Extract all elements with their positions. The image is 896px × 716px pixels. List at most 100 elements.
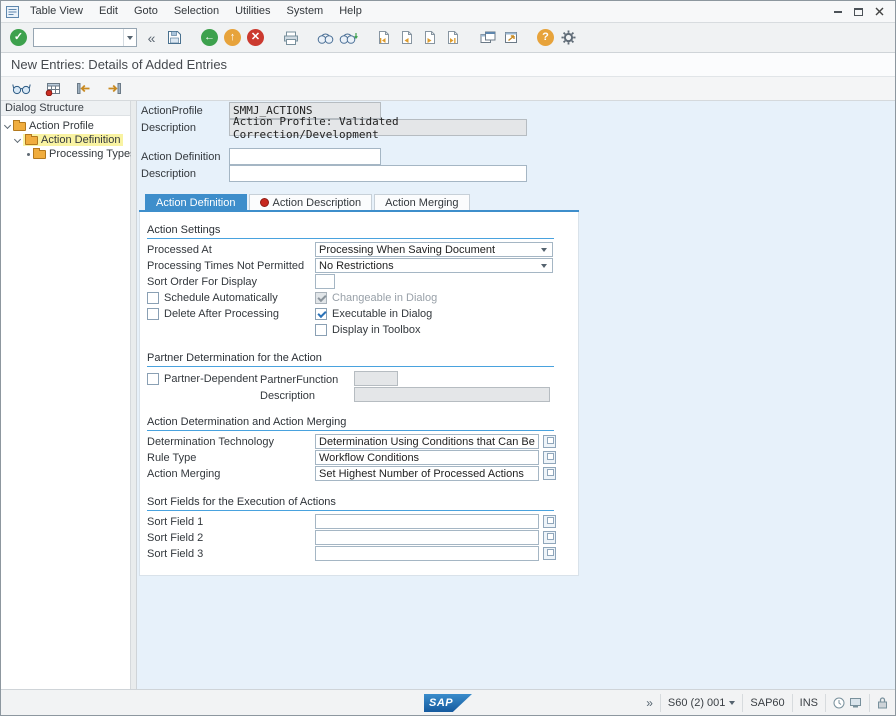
value-help-icon[interactable] [543, 531, 556, 544]
executable-in-dialog-checkbox[interactable]: Executable in Dialog [315, 307, 432, 321]
menu-table-view[interactable]: Table View [22, 1, 91, 22]
tree-item-label: Action Profile [29, 120, 94, 132]
collapse-icon[interactable] [4, 121, 11, 128]
value-help-icon[interactable] [543, 547, 556, 560]
exit-button[interactable]: ↑ [221, 26, 244, 50]
folder-icon [25, 136, 38, 145]
menu-system[interactable]: System [279, 1, 332, 22]
action-definition-input[interactable] [229, 148, 381, 165]
folder-icon [33, 150, 46, 159]
rule-type-field[interactable]: Workflow Conditions [315, 450, 539, 465]
tree-item-action-definition[interactable]: Action Definition [1, 133, 130, 147]
value-help-icon[interactable] [543, 435, 556, 448]
security-status[interactable] [869, 694, 895, 712]
command-field[interactable] [33, 28, 137, 47]
section-title-sort-fields: Sort Fields for the Execution of Actions [147, 496, 554, 511]
collapse-toolbar-icon: « [148, 31, 156, 45]
next-entry-button[interactable] [103, 77, 126, 101]
print-button[interactable] [279, 26, 302, 50]
first-page-icon [377, 31, 390, 44]
delete-entry-button[interactable] [41, 77, 64, 101]
menu-edit[interactable]: Edit [91, 1, 126, 22]
display-in-toolbox-checkbox[interactable]: Display in Toolbox [315, 323, 420, 337]
partner-dependent-checkbox[interactable]: Partner-Dependent [147, 372, 258, 386]
close-button[interactable] [869, 3, 890, 20]
system-session-selector[interactable]: S60 (2) 001 [660, 694, 742, 712]
value-help-icon[interactable] [543, 515, 556, 528]
window-menu-icon[interactable] [6, 6, 19, 18]
checkbox-icon [147, 292, 159, 304]
partner-function-field [354, 371, 398, 386]
sort-order-input[interactable] [315, 274, 335, 289]
previous-entry-button[interactable] [72, 77, 95, 101]
tree-item-action-profile[interactable]: Action Profile [1, 119, 130, 133]
minimize-button[interactable] [827, 3, 848, 20]
enter-button[interactable]: ✓ [7, 26, 30, 50]
menu-bar: Table View Edit Goto Selection Utilities… [1, 1, 895, 23]
bullet-icon [27, 153, 30, 156]
action-merging-field[interactable]: Set Highest Number of Processed Actions [315, 466, 539, 481]
definition-description-input[interactable] [229, 165, 527, 182]
find-button[interactable] [314, 26, 337, 50]
value-help-icon[interactable] [543, 467, 556, 480]
tab-action-merging[interactable]: Action Merging [374, 194, 469, 210]
find-next-button[interactable] [337, 26, 360, 50]
command-dropdown-icon[interactable] [123, 29, 136, 46]
sap-logo-text: SAP [429, 697, 453, 709]
tree-item-processing-types[interactable]: Processing Types [1, 147, 130, 161]
tree-item-label: Processing Types [49, 148, 136, 160]
tab-action-description[interactable]: Action Description [249, 194, 373, 210]
performance-indicators[interactable] [825, 694, 869, 712]
processed-at-label: Processed At [147, 243, 212, 257]
gear-icon [561, 30, 576, 45]
partner-description-label: Description [260, 389, 315, 403]
delete-after-processing-checkbox[interactable]: Delete After Processing [147, 307, 279, 321]
save-button[interactable] [163, 26, 186, 50]
sort-field-2-label: Sort Field 2 [147, 531, 203, 545]
checkbox-label: Display in Toolbox [332, 324, 420, 336]
customize-layout-button[interactable] [557, 26, 580, 50]
help-button[interactable]: ? [534, 26, 557, 50]
processing-times-label: Processing Times Not Permitted [147, 259, 304, 273]
first-page-button[interactable] [372, 26, 395, 50]
maximize-icon [854, 8, 863, 16]
schedule-automatically-checkbox[interactable]: Schedule Automatically [147, 291, 278, 305]
sort-field-3-label: Sort Field 3 [147, 547, 203, 561]
value-help-icon[interactable] [543, 451, 556, 464]
menu-utilities[interactable]: Utilities [227, 1, 278, 22]
help-icon: ? [537, 29, 554, 46]
section-title-partner-determination: Partner Determination for the Action [147, 352, 554, 367]
checkbox-label: Changeable in Dialog [332, 292, 437, 304]
cancel-button[interactable]: ✕ [244, 26, 267, 50]
previous-page-button[interactable] [395, 26, 418, 50]
menu-help[interactable]: Help [331, 1, 370, 22]
chevron-down-icon [729, 701, 735, 705]
sap-logo: SAP [424, 694, 472, 712]
display-button[interactable] [10, 77, 33, 101]
checkbox-label: Partner-Dependent [164, 373, 258, 385]
page-title: New Entries: Details of Added Entries [11, 57, 227, 72]
processed-at-select[interactable]: Processing When Saving Document [315, 242, 553, 257]
back-button[interactable]: ← [198, 26, 221, 50]
changeable-in-dialog-checkbox: Changeable in Dialog [315, 291, 437, 305]
create-shortcut-button[interactable] [499, 26, 522, 50]
status-expand-button[interactable]: » [639, 694, 660, 712]
hide-command-button[interactable]: « [140, 26, 163, 50]
sort-field-2-input[interactable] [315, 530, 539, 545]
determination-technology-field[interactable]: Determination Using Conditions that Can … [315, 434, 539, 449]
sort-field-1-input[interactable] [315, 514, 539, 529]
last-page-button[interactable] [441, 26, 464, 50]
menu-selection[interactable]: Selection [166, 1, 227, 22]
collapse-icon[interactable] [14, 135, 21, 142]
enter-icon: ✓ [10, 29, 27, 46]
next-page-button[interactable] [418, 26, 441, 50]
sort-field-3-input[interactable] [315, 546, 539, 561]
processing-times-select[interactable]: No Restrictions [315, 258, 553, 273]
command-input[interactable] [34, 30, 123, 45]
selected-value: No Restrictions [319, 260, 394, 272]
new-session-button[interactable] [476, 26, 499, 50]
tab-action-definition[interactable]: Action Definition [145, 194, 247, 210]
maximize-button[interactable] [848, 3, 869, 20]
menu-goto[interactable]: Goto [126, 1, 166, 22]
insert-mode-indicator: INS [792, 694, 825, 712]
